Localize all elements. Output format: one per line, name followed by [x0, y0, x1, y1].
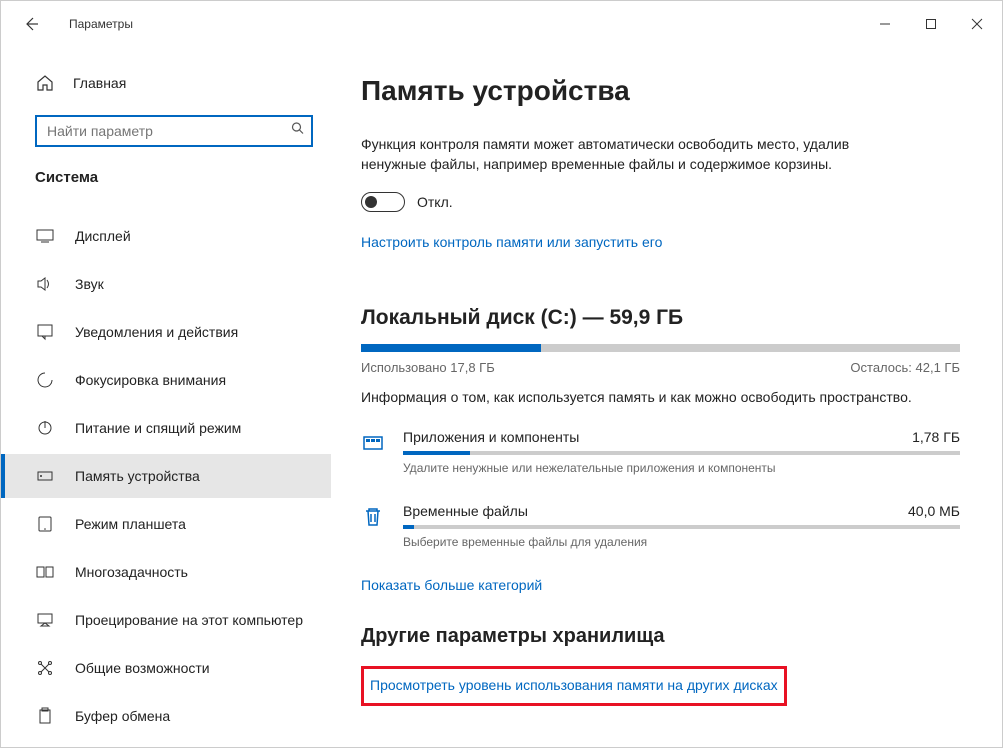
- sidebar-item-label: Питание и спящий режим: [75, 420, 241, 436]
- multitask-icon: [35, 562, 55, 582]
- search-icon: [291, 122, 305, 141]
- home-button[interactable]: Главная: [1, 65, 331, 101]
- storage-sense-toggle[interactable]: [361, 192, 405, 212]
- sidebar-item-label: Режим планшета: [75, 516, 186, 532]
- search-input[interactable]: [35, 115, 313, 147]
- close-button[interactable]: [954, 8, 1000, 40]
- sidebar-section-header: Система: [1, 169, 331, 186]
- disk-used-label: Использовано 17,8 ГБ: [361, 360, 495, 375]
- home-icon: [35, 73, 55, 93]
- maximize-button[interactable]: [908, 8, 954, 40]
- back-button[interactable]: [15, 8, 47, 40]
- show-more-categories-link[interactable]: Показать больше категорий: [361, 577, 542, 593]
- sidebar-item-storage[interactable]: Память устройства: [1, 454, 331, 498]
- category-apps[interactable]: Приложения и компоненты 1,78 ГБ Удалите …: [361, 429, 960, 475]
- disk-title: Локальный диск (C:) — 59,9 ГБ: [361, 306, 960, 330]
- minimize-button[interactable]: [862, 8, 908, 40]
- category-name: Приложения и компоненты: [403, 429, 579, 445]
- category-sub: Удалите ненужные или нежелательные прило…: [403, 461, 960, 475]
- page-title: Память устройства: [361, 75, 960, 107]
- disk-usage-bar: [361, 344, 960, 352]
- category-name: Временные файлы: [403, 503, 528, 519]
- category-size: 40,0 МБ: [908, 503, 960, 519]
- display-icon: [35, 226, 55, 246]
- sidebar-item-label: Фокусировка внимания: [75, 372, 226, 388]
- sidebar-item-label: Дисплей: [75, 228, 131, 244]
- sidebar-item-label: Буфер обмена: [75, 708, 170, 724]
- sidebar-item-shared[interactable]: Общие возможности: [1, 646, 331, 690]
- sidebar-item-multitask[interactable]: Многозадачность: [1, 550, 331, 594]
- focus-icon: [35, 370, 55, 390]
- disk-free-label: Осталось: 42,1 ГБ: [850, 360, 960, 375]
- highlight-box: Просмотреть уровень использования памяти…: [361, 666, 787, 706]
- shared-icon: [35, 658, 55, 678]
- window-title: Параметры: [69, 17, 133, 31]
- notifications-icon: [35, 322, 55, 342]
- category-sub: Выберите временные файлы для удаления: [403, 535, 960, 549]
- clipboard-icon: [35, 706, 55, 726]
- sidebar-item-notifications[interactable]: Уведомления и действия: [1, 310, 331, 354]
- sidebar-item-focus[interactable]: Фокусировка внимания: [1, 358, 331, 402]
- toggle-state-label: Откл.: [417, 194, 453, 210]
- home-label: Главная: [73, 75, 126, 91]
- category-temp[interactable]: Временные файлы 40,0 МБ Выберите временн…: [361, 503, 960, 549]
- storage-icon: [35, 466, 55, 486]
- sound-icon: [35, 274, 55, 294]
- apps-icon: [361, 431, 385, 455]
- sidebar-item-label: Проецирование на этот компьютер: [75, 612, 303, 628]
- disk-info: Информация о том, как используется памят…: [361, 389, 960, 405]
- projecting-icon: [35, 610, 55, 630]
- main-content: Память устройства Функция контроля памят…: [331, 47, 1002, 747]
- sidebar-item-label: Звук: [75, 276, 104, 292]
- sidebar-item-label: Многозадачность: [75, 564, 188, 580]
- sidebar-item-tablet[interactable]: Режим планшета: [1, 502, 331, 546]
- trash-icon: [361, 505, 385, 529]
- power-icon: [35, 418, 55, 438]
- sidebar-item-clipboard[interactable]: Буфер обмена: [1, 694, 331, 738]
- sidebar-item-power[interactable]: Питание и спящий режим: [1, 406, 331, 450]
- configure-storage-sense-link[interactable]: Настроить контроль памяти или запустить …: [361, 234, 662, 250]
- sidebar-item-projecting[interactable]: Проецирование на этот компьютер: [1, 598, 331, 642]
- sidebar-item-label: Память устройства: [75, 468, 200, 484]
- category-size: 1,78 ГБ: [912, 429, 960, 445]
- sidebar-item-display[interactable]: Дисплей: [1, 214, 331, 258]
- sidebar-item-label: Общие возможности: [75, 660, 210, 676]
- storage-sense-description: Функция контроля памяти может автоматиче…: [361, 135, 901, 174]
- sidebar-item-label: Уведомления и действия: [75, 324, 238, 340]
- sidebar-item-sound[interactable]: Звук: [1, 262, 331, 306]
- other-storage-header: Другие параметры хранилища: [361, 625, 960, 648]
- sidebar: Главная Система Дисплей Звук Уведомления…: [1, 47, 331, 747]
- tablet-icon: [35, 514, 55, 534]
- view-other-drives-link[interactable]: Просмотреть уровень использования памяти…: [370, 677, 778, 693]
